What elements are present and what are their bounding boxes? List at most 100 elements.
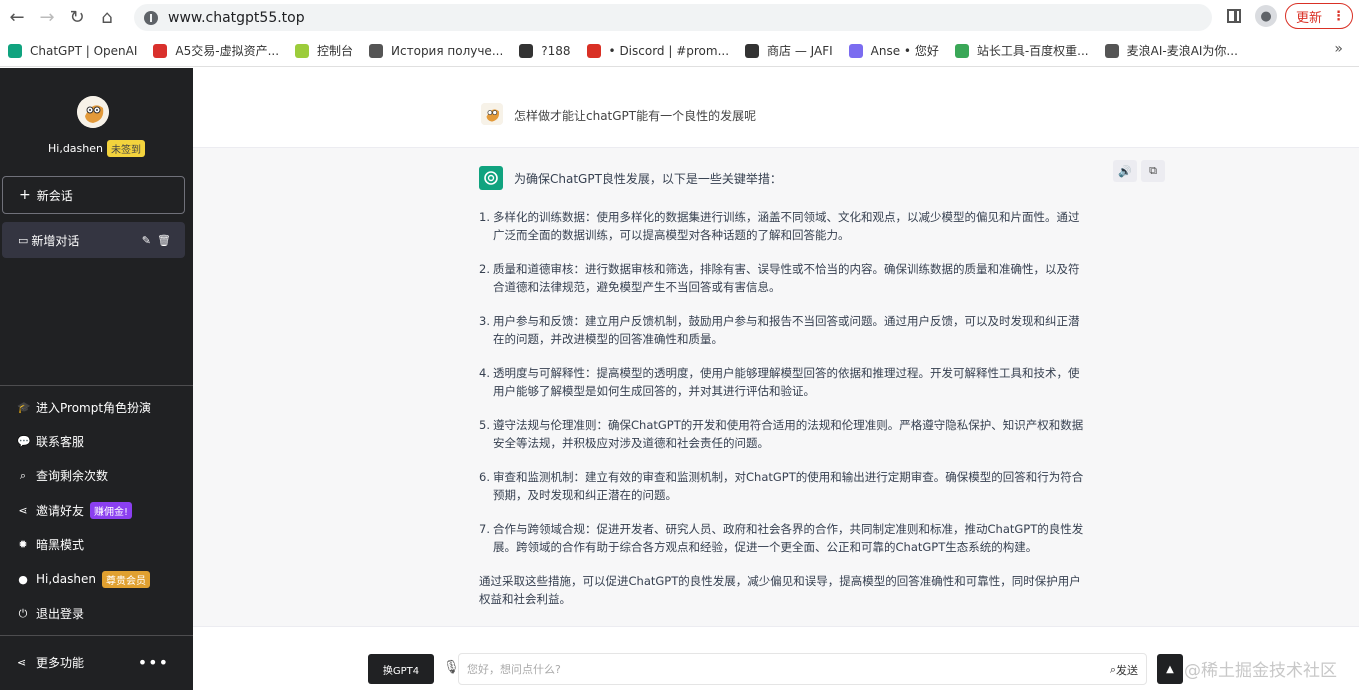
switch-gpt4-button[interactable]: 换GPT4 <box>368 654 434 684</box>
list-text: 合作与跨领域合规：促进开发者、研究人员、政府和社会各界的合作，共同制定准则和标准… <box>493 522 1084 554</box>
sidebar: Hi,dashen 未签到 + 新会话 ▭ 新增对话 ✎ 🗑 🎓 进入Prompt… <box>0 68 193 690</box>
bookmark-item[interactable]: 站长工具-百度权重... <box>954 42 1089 59</box>
edit-icon[interactable]: ✎ <box>142 234 151 247</box>
reload-icon[interactable]: ↻ <box>62 3 92 33</box>
sidebar-menu-item[interactable]: ⌕ 查询剩余次数 <box>0 459 193 493</box>
bookmarks-bar: ChatGPT | OpenAI A5交易-虚拟资产... 控制台 История п… <box>0 35 1359 67</box>
chat-icon: ▭ <box>18 233 29 247</box>
list-number: 2. <box>479 262 490 276</box>
address-bar[interactable]: www.chatgpt55.top <box>134 4 1212 31</box>
answer-tools: 🔊 ⧉ <box>1113 160 1169 182</box>
sun-icon: ✹ <box>18 538 28 552</box>
bookmark-favicon-icon <box>369 43 384 58</box>
bookmark-item[interactable]: A5交易-虚拟资产... <box>153 42 279 59</box>
update-button[interactable]: 更新 ⋮ <box>1285 3 1353 29</box>
chatgpt-logo-icon <box>479 166 503 190</box>
list-text: 用户参与和反馈：建立用户反馈机制，鼓励用户参与和报告不当回答或问题。通过用户反馈… <box>493 314 1080 346</box>
power-icon: ⏻ <box>18 606 28 620</box>
side-panel-icon[interactable] <box>1227 9 1241 23</box>
sidebar-menu-item[interactable]: ✹ 暗黑模式 <box>0 528 193 562</box>
list-number: 7. <box>479 522 490 536</box>
bookmark-item[interactable]: Anse • 您好 <box>848 42 939 59</box>
bookmarks-overflow-icon[interactable]: » <box>1334 41 1343 57</box>
bookmark-favicon-icon <box>519 43 534 58</box>
sidebar-menu-item[interactable]: ⏻ 退出登录 <box>0 596 193 630</box>
answer-list-item: 4. 透明度与可解释性：提高模型的透明度，使用户能够理解模型回答的依据和推理过程。… <box>479 364 1089 400</box>
sidebar-menu-item[interactable]: 🎓 进入Prompt角色扮演 <box>0 390 193 424</box>
bookmark-label: История получе... <box>391 43 504 58</box>
speaker-icon[interactable]: 🔊 <box>1113 160 1137 182</box>
back-icon[interactable]: ← <box>2 3 32 33</box>
bookmark-favicon-icon <box>153 43 168 58</box>
bookmark-favicon-icon <box>954 43 969 58</box>
site-info-icon[interactable] <box>144 10 158 25</box>
avatar[interactable] <box>77 96 109 128</box>
bookmark-item[interactable]: • Discord | #prom... <box>586 43 730 58</box>
send-label: 发送 <box>1116 664 1138 677</box>
sidebar-menu-item[interactable]: ⋖ 邀请好友 赚佣金! <box>0 493 193 527</box>
answer-intro: 为确保ChatGPT良性发展，以下是一些关键举措： <box>514 172 782 186</box>
home-icon[interactable]: ⌂ <box>92 3 122 33</box>
bookmark-favicon-icon <box>295 43 310 58</box>
more-vert-icon: ⋮ <box>1332 8 1346 24</box>
scroll-top-button[interactable]: ▲ <box>1157 654 1183 684</box>
list-number: 3. <box>479 314 490 328</box>
bookmark-label: • Discord | #prom... <box>608 43 730 58</box>
bookmark-item[interactable]: 商店 — JAFI <box>745 42 833 59</box>
sidebar-menu-label: 退出登录 <box>36 607 85 622</box>
assistant-message: 为确保ChatGPT良性发展，以下是一些关键举措： 🔊 ⧉ 1. 多样化的训练数据… <box>193 148 1359 627</box>
question-text: 怎样做才能让chatGPT能有一个良性的发展呢 <box>514 109 757 123</box>
more-dots-icon[interactable]: ••• <box>138 653 169 672</box>
profile-icon[interactable]: ● <box>1255 5 1277 27</box>
bookmark-favicon-icon <box>8 43 22 58</box>
answer-list-item: 5. 遵守法规与伦理准则：确保ChatGPT的开发和使用符合适用的法规和伦理准则。… <box>479 416 1089 452</box>
menu-badge: 尊贵会员 <box>102 570 150 588</box>
bookmark-label: 站长工具-百度权重... <box>976 44 1089 58</box>
bookmark-label: Anse • 您好 <box>870 44 939 58</box>
answer-list-item: 7. 合作与跨领域合规：促进开发者、研究人员、政府和社会各界的合作，共同制定准则和… <box>479 520 1089 556</box>
bookmark-item[interactable]: 麦浪AI-麦浪AI为你... <box>1104 42 1238 59</box>
answer-list-item: 1. 多样化的训练数据：使用多样化的数据集进行训练，涵盖不同领域、文化和观点，以减… <box>479 208 1089 244</box>
search-icon: ⌕ <box>19 468 27 482</box>
user-message: 怎样做才能让chatGPT能有一个良性的发展呢 <box>193 68 1359 148</box>
trash-icon[interactable]: 🗑 <box>157 234 171 247</box>
bookmark-item[interactable]: 控制台 <box>295 42 353 59</box>
conversation-label: 新增对话 <box>31 233 80 248</box>
share-icon: ⋖ <box>17 655 27 669</box>
copy-icon[interactable]: ⧉ <box>1141 160 1165 182</box>
new-chat-button[interactable]: + 新会话 <box>2 176 185 214</box>
bookmark-favicon-icon <box>745 43 760 58</box>
sidebar-menu-label: Hi,dashen <box>36 572 96 587</box>
list-text: 质量和道德审核：进行数据审核和筛选，排除有害、误导性或不恰当的内容。确保训练数据… <box>493 262 1080 294</box>
bookmark-item[interactable]: ?188 <box>519 43 571 58</box>
list-text: 多样化的训练数据：使用多样化的数据集进行训练，涵盖不同领域、文化和观点，以减少模… <box>493 210 1080 242</box>
bookmark-item[interactable]: ChatGPT | OpenAI <box>8 43 137 58</box>
bookmark-label: ?188 <box>541 43 571 58</box>
more-features-button[interactable]: ⋖ 更多功能 ••• <box>0 648 193 676</box>
list-number: 6. <box>479 470 490 484</box>
sidebar-menu-label: 暗黑模式 <box>36 538 85 553</box>
new-chat-label: 新会话 <box>36 188 73 203</box>
message-input[interactable]: 您好，想问点什么? ⌕ 发送 <box>458 653 1147 685</box>
list-number: 1. <box>479 210 490 224</box>
more-features-label: 更多功能 <box>36 655 85 670</box>
bookmark-favicon-icon <box>848 43 863 58</box>
list-text: 透明度与可解释性：提高模型的透明度，使用户能够理解模型回答的依据和推理过程。开发… <box>493 366 1080 398</box>
browser-right-controls: ● 更新 ⋮ <box>1227 3 1359 29</box>
watermark: @稀土掘金技术社区 <box>1184 661 1337 681</box>
conversation-item[interactable]: ▭ 新增对话 ✎ 🗑 <box>2 222 185 258</box>
sidebar-menu-item[interactable]: 💬 联系客服 <box>0 424 193 458</box>
greeting-text: Hi,dashen <box>48 142 103 155</box>
signin-badge[interactable]: 未签到 <box>107 140 145 157</box>
list-number: 4. <box>479 366 490 380</box>
user-icon: ● <box>18 572 28 586</box>
sidebar-menu-item[interactable]: ● Hi,dashen 尊贵会员 <box>0 562 193 596</box>
forward-icon[interactable]: → <box>32 3 62 33</box>
bookmark-favicon-icon <box>586 43 601 58</box>
sidebar-menu-label: 查询剩余次数 <box>36 469 109 484</box>
answer-list-item: 2. 质量和道德审核：进行数据审核和筛选，排除有害、误导性或不恰当的内容。确保训练… <box>479 260 1089 296</box>
plus-icon: + <box>19 187 31 203</box>
send-button[interactable]: ⌕ 发送 <box>1110 662 1138 678</box>
answer-list-item: 3. 用户参与和反馈：建立用户反馈机制，鼓励用户参与和报告不当回答或问题。通过用户… <box>479 312 1089 348</box>
bookmark-item[interactable]: История получе... <box>369 43 504 58</box>
